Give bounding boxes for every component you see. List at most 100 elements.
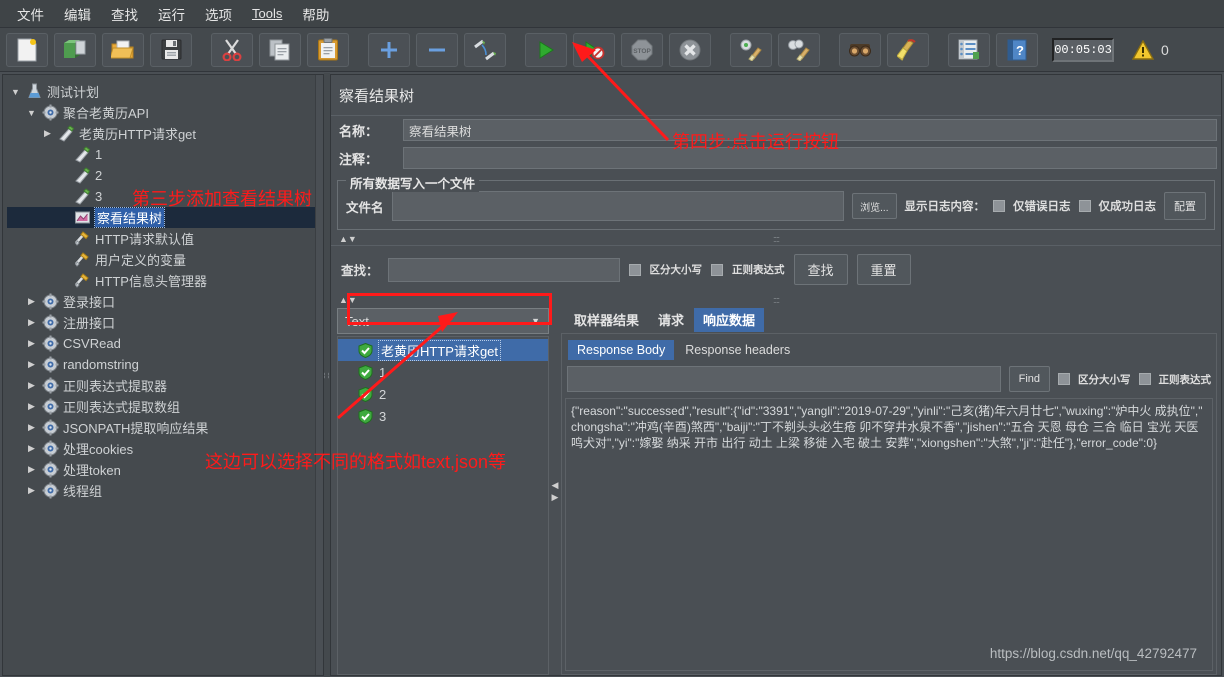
expand-add-icon[interactable] <box>368 32 410 67</box>
menu-edit[interactable]: 编辑 <box>55 0 100 28</box>
find-input[interactable] <box>567 366 1001 392</box>
tree-node[interactable]: ▶ 注册接口 <box>7 312 323 333</box>
menu-tools[interactable]: Tools <box>243 2 291 25</box>
splitter-top[interactable]: ▲▼ :::: <box>337 233 1215 245</box>
expand-arrow-closed-icon[interactable]: ▶ <box>25 338 38 349</box>
filename-input[interactable] <box>391 191 845 221</box>
save-icon[interactable] <box>150 32 192 67</box>
paste-icon[interactable] <box>307 32 349 67</box>
shutdown-icon[interactable] <box>669 32 711 67</box>
response-subtab[interactable]: Response headers <box>676 340 800 360</box>
expand-arrow-closed-icon[interactable]: ▶ <box>25 296 38 307</box>
expand-arrow-closed-icon[interactable]: ▶ <box>25 359 38 370</box>
splitter-arrows[interactable]: ▲▼ <box>337 234 357 244</box>
search-regex-checkbox[interactable] <box>711 263 724 276</box>
new-document-icon[interactable] <box>6 32 48 67</box>
search-reset-icon[interactable] <box>887 32 929 67</box>
templates-icon[interactable] <box>54 32 96 67</box>
find-case-checkbox[interactable] <box>1058 373 1070 385</box>
tree-node[interactable]: 用户定义的变量 <box>7 249 323 270</box>
renderer-combo[interactable]: Text ▼ <box>337 308 549 334</box>
expand-arrow-open-icon[interactable]: ▼ <box>25 108 38 118</box>
browse-button[interactable]: 浏览... <box>852 193 897 219</box>
search-reset-button[interactable]: 重置 <box>856 254 911 285</box>
comment-input[interactable] <box>403 147 1217 169</box>
menu-options[interactable]: 选项 <box>196 0 241 28</box>
tree-node[interactable]: ▶ randomstring <box>7 354 323 375</box>
expand-arrow-open-icon[interactable]: ▼ <box>9 87 22 97</box>
menu-run[interactable]: 运行 <box>149 0 194 28</box>
tree-node[interactable]: ▶ 老黄历HTTP请求get <box>7 123 323 144</box>
clear-icon[interactable] <box>730 32 772 67</box>
search-case-checkbox[interactable] <box>628 263 641 276</box>
tree-node[interactable]: 察看结果树 <box>7 207 323 228</box>
help-icon[interactable]: ? <box>996 32 1038 67</box>
tree-node[interactable]: ▶ CSVRead <box>7 333 323 354</box>
start-icon[interactable] <box>525 32 567 67</box>
results-splitter[interactable]: ◀ ▶ <box>549 308 561 675</box>
clear-all-icon[interactable] <box>778 32 820 67</box>
successes-only-checkbox[interactable] <box>1078 200 1091 212</box>
expand-arrow-closed-icon[interactable]: ▶ <box>25 464 38 475</box>
tree-node[interactable]: 3 <box>7 186 323 207</box>
tree-node[interactable]: ▶ JSONPATH提取响应结果 <box>7 417 323 438</box>
result-list-item[interactable]: 1 <box>338 361 548 383</box>
tree-node[interactable]: ▶ 正则表达式提取数组 <box>7 396 323 417</box>
find-regex-label: 正则表达式 <box>1158 373 1212 386</box>
expand-arrow-closed-icon[interactable]: ▶ <box>25 422 38 433</box>
response-body-text[interactable]: {"reason":"successed","result":{"id":"33… <box>565 398 1213 671</box>
result-list-item[interactable]: 老黄历HTTP请求get <box>338 339 548 361</box>
copy-icon[interactable] <box>259 32 301 67</box>
find-regex-checkbox[interactable] <box>1138 373 1151 385</box>
cut-icon[interactable] <box>211 32 253 67</box>
name-input[interactable]: 察看结果树 <box>403 119 1217 141</box>
splitter-bottom[interactable]: ▲▼ :::: <box>337 294 1215 306</box>
tree-node[interactable]: HTTP信息头管理器 <box>7 270 323 291</box>
toggle-icon[interactable] <box>464 32 506 67</box>
sampler-result-list[interactable]: 老黄历HTTP请求get 1 2 3 <box>337 336 549 675</box>
configure-button[interactable]: 配置 <box>1164 192 1206 220</box>
menu-file[interactable]: 文件 <box>8 0 53 28</box>
detail-tab[interactable]: 响应数据 <box>694 308 765 332</box>
result-list-item[interactable]: 3 <box>338 405 548 427</box>
splitter-arrows-2[interactable]: ▲▼ <box>337 295 357 305</box>
chevron-right-icon[interactable]: ▶ <box>552 492 559 503</box>
test-plan-tree[interactable]: ▼ 测试计划 ▼ 聚合老黄历API ▶ 老黄历HTTP请求get 1 2 3 察看结果树 HTTP请… <box>2 74 324 676</box>
search-icon[interactable] <box>839 32 881 67</box>
menu-help[interactable]: 帮助 <box>293 0 338 28</box>
response-subtab[interactable]: Response Body <box>568 340 675 360</box>
expand-arrow-closed-icon[interactable]: ▶ <box>41 128 54 139</box>
tree-node[interactable]: HTTP请求默认值 <box>7 228 323 249</box>
tree-node[interactable]: 1 <box>7 144 323 165</box>
start-no-pauses-icon[interactable] <box>573 32 615 67</box>
expand-arrow-closed-icon[interactable]: ▶ <box>25 380 38 391</box>
expand-arrow-closed-icon[interactable]: ▶ <box>25 443 38 454</box>
stop-icon[interactable]: STOP <box>621 32 663 67</box>
find-button[interactable]: Find <box>1008 366 1050 392</box>
tree-node[interactable]: ▶ 登录接口 <box>7 291 323 312</box>
warning-indicator[interactable]: 0 <box>1132 39 1169 60</box>
chevron-left-icon[interactable]: ◀ <box>552 480 559 491</box>
search-input[interactable] <box>387 257 620 282</box>
search-find-button[interactable]: 查找 <box>793 254 848 285</box>
errors-only-checkbox[interactable] <box>993 200 1005 212</box>
tree-node[interactable]: ▼ 聚合老黄历API <box>7 102 323 123</box>
detail-tab[interactable]: 取样器结果 <box>565 308 649 332</box>
tree-node-label: 正则表达式提取器 <box>63 379 168 394</box>
expand-arrow-closed-icon[interactable]: ▶ <box>25 401 38 412</box>
collapse-remove-icon[interactable] <box>416 32 458 67</box>
tree-node[interactable]: ▶ 正则表达式提取器 <box>7 375 323 396</box>
expand-arrow-closed-icon[interactable]: ▶ <box>25 485 38 496</box>
tree-node[interactable]: ▶ 处理token <box>7 459 323 480</box>
detail-tab[interactable]: 请求 <box>649 308 694 332</box>
tree-node[interactable]: ▶ 线程组 <box>7 480 323 501</box>
tree-node[interactable]: ▶ 处理cookies <box>7 438 323 459</box>
expand-arrow-closed-icon[interactable]: ▶ <box>25 317 38 328</box>
tree-node[interactable]: ▼ 测试计划 <box>7 81 323 102</box>
open-folder-icon[interactable] <box>102 32 144 67</box>
result-list-item[interactable]: 2 <box>338 383 548 405</box>
menu-bar: 文件 编辑 查找 运行 选项 Tools 帮助 <box>0 0 1224 28</box>
tree-node[interactable]: 2 <box>7 165 323 186</box>
menu-search[interactable]: 查找 <box>102 0 147 28</box>
function-helper-icon[interactable] <box>948 32 990 67</box>
